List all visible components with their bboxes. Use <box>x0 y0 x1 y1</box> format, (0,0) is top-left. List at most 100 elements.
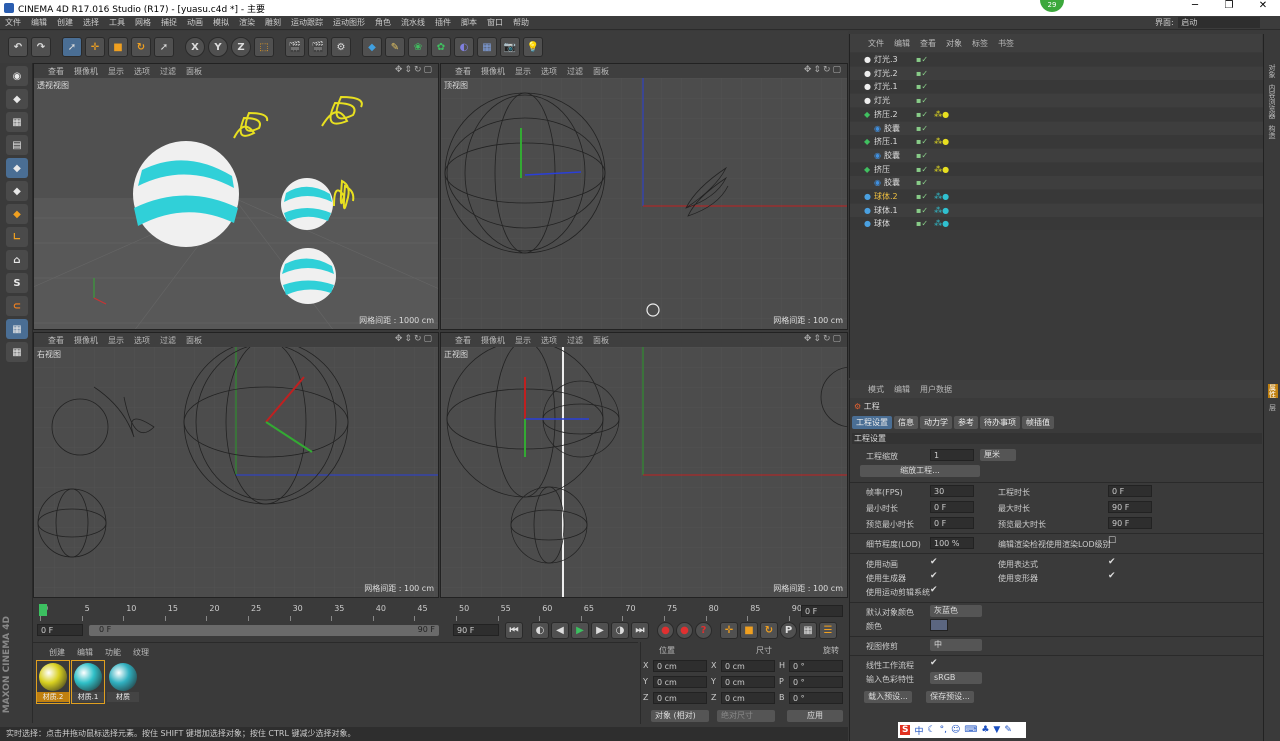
viewport-menu-item[interactable]: 显示 <box>515 67 531 76</box>
lock-workplane-icon[interactable]: ▦ <box>6 319 28 339</box>
viewport-menu-item[interactable]: 选项 <box>541 336 557 345</box>
autokey-icon[interactable]: ● <box>676 622 693 639</box>
side-tab[interactable]: 属性 <box>1267 384 1278 398</box>
object-menu-item[interactable]: 对象 <box>946 38 962 49</box>
object-row[interactable]: ● 球体.2 ▪✓ ⁂● <box>850 190 1263 203</box>
select-tool-icon[interactable]: ➚ <box>62 37 82 57</box>
object-row[interactable]: ◉ 胶囊 ▪✓ <box>850 121 1263 135</box>
floor-icon[interactable]: ▦ <box>477 37 497 57</box>
material-tag-icon[interactable]: ⁂● <box>934 165 949 174</box>
menu-11[interactable]: 运动跟踪 <box>286 17 328 28</box>
material-tag-icon[interactable]: ⁂● <box>934 219 949 228</box>
color-profile-dropdown[interactable]: sRGB <box>930 672 982 684</box>
object-menu-item[interactable]: 标签 <box>972 38 988 49</box>
object-row[interactable]: ◉ 胶囊 ▪✓ <box>850 148 1263 162</box>
menu-12[interactable]: 运动图形 <box>328 17 370 28</box>
material-tag-icon[interactable]: ⁂● <box>934 137 949 146</box>
attr-tab[interactable]: 参考 <box>954 416 978 429</box>
coord-field[interactable]: 0 cm <box>653 676 707 688</box>
keyframe-selection-icon[interactable]: ? <box>695 622 712 639</box>
menu-7[interactable]: 动画 <box>182 17 208 28</box>
visibility-toggle[interactable]: ▪✓ <box>916 151 928 160</box>
key-scale-icon[interactable]: ■ <box>740 622 758 639</box>
end-frame-field[interactable]: 90 F <box>453 624 499 636</box>
cloner-icon[interactable]: ✿ <box>431 37 451 57</box>
material-menu-item[interactable]: 纹理 <box>133 647 149 658</box>
coord-field[interactable]: 0 ° <box>789 692 843 704</box>
coord-field[interactable]: 0 cm <box>653 692 707 704</box>
coordinate-system-icon[interactable]: ⬚ <box>254 37 274 57</box>
z-axis-lock-icon[interactable]: Z <box>231 37 251 57</box>
tweak-icon[interactable]: ⌂ <box>6 250 28 270</box>
visibility-toggle[interactable]: ▪✓ <box>916 137 928 146</box>
scale-field[interactable]: 1 <box>930 449 974 461</box>
color-swatch[interactable] <box>930 619 948 631</box>
object-row[interactable]: ● 灯光.2 ▪✓ <box>850 66 1263 80</box>
viewport-nav-icons[interactable]: ✥⇕↻▢ <box>395 65 434 75</box>
quantize-icon[interactable]: ▦ <box>6 342 28 362</box>
menu-13[interactable]: 角色 <box>370 17 396 28</box>
render-picture-viewer-icon[interactable]: 🎬 <box>308 37 328 57</box>
viewport-front[interactable]: 查看 摄像机 显示 选项 过滤 面板 ✥⇕↻▢ 正视图 网格间距 : 100 cm <box>440 332 848 598</box>
model-mode-icon[interactable]: ◆ <box>6 89 28 109</box>
use-expressions-checkbox[interactable]: ✔ <box>1108 557 1116 567</box>
object-menu-item[interactable]: 文件 <box>868 38 884 49</box>
scale-project-button[interactable]: 缩放工程... <box>860 465 980 477</box>
subdivision-icon[interactable]: ❀ <box>408 37 428 57</box>
attr-menu-item[interactable]: 模式 <box>868 384 884 395</box>
key-param-icon[interactable]: P <box>780 622 797 639</box>
timeline-icon[interactable]: ☰ <box>819 622 837 639</box>
render-lod-checkbox[interactable]: ☐ <box>1108 536 1116 546</box>
visibility-toggle[interactable]: ▪✓ <box>916 55 928 64</box>
texture-mode-icon[interactable]: ▦ <box>6 112 28 132</box>
object-row[interactable]: ● 灯光.3 ▪✓ <box>850 53 1263 66</box>
material-tag-icon[interactable]: ⁂● <box>934 206 949 215</box>
magnet-icon[interactable]: ⊂ <box>6 296 28 316</box>
record-icon[interactable]: ● <box>657 622 674 639</box>
size-mode-dropdown[interactable]: 绝对尺寸 <box>717 710 775 722</box>
visibility-toggle[interactable]: ▪✓ <box>916 69 928 78</box>
lod-field[interactable]: 100 % <box>930 537 974 549</box>
layout-dropdown[interactable]: 启动 <box>1178 17 1261 28</box>
viewport-menu-item[interactable]: 摄像机 <box>481 67 505 76</box>
menu-17[interactable]: 窗口 <box>482 17 508 28</box>
snap-icon[interactable]: S <box>6 273 28 293</box>
use-motion-system-checkbox[interactable]: ✔ <box>930 585 938 595</box>
use-generators-checkbox[interactable]: ✔ <box>930 571 938 581</box>
load-preset-button[interactable]: 载入预设... <box>864 691 912 703</box>
apply-button[interactable]: 应用 <box>787 710 843 722</box>
edges-mode-icon[interactable]: ◆ <box>6 181 28 201</box>
next-key-icon[interactable]: ◑ <box>611 622 629 639</box>
visibility-toggle[interactable]: ▪✓ <box>916 219 928 228</box>
viewport-menu-item[interactable]: 查看 <box>455 67 471 76</box>
viewport-menu-item[interactable]: 查看 <box>455 336 471 345</box>
coord-field[interactable]: 0 cm <box>721 676 775 688</box>
menu-5[interactable]: 网格 <box>130 17 156 28</box>
viewport-menu-item[interactable]: 面板 <box>593 67 609 76</box>
viewport-menu-item[interactable]: 面板 <box>186 67 202 76</box>
attr-menu-item[interactable]: 编辑 <box>894 384 910 395</box>
attr-tab[interactable]: 信息 <box>894 416 918 429</box>
viewport-perspective[interactable]: 查看 摄像机 显示 选项 过滤 面板 ✥⇕↻▢ 透视视图 网格间距 : 1000 cm <box>33 63 439 330</box>
viewport-menu-item[interactable]: 选项 <box>134 336 150 345</box>
coord-field[interactable]: 0 cm <box>721 660 775 672</box>
axis-mode-icon[interactable]: ∟ <box>6 227 28 247</box>
workplane-icon[interactable]: ▤ <box>6 135 28 155</box>
menu-4[interactable]: 工具 <box>104 17 130 28</box>
menu-3[interactable]: 选择 <box>78 17 104 28</box>
pen-icon[interactable]: ✎ <box>385 37 405 57</box>
viewport-menu-item[interactable]: 摄像机 <box>74 67 98 76</box>
menu-6[interactable]: 捕捉 <box>156 17 182 28</box>
light-icon[interactable]: 💡 <box>523 37 543 57</box>
use-animation-checkbox[interactable]: ✔ <box>930 557 938 567</box>
object-row[interactable]: ◆ 挤压 ▪✓ ⁂● <box>850 162 1263 176</box>
start-frame-field[interactable]: 0 F <box>37 624 83 636</box>
attr-tab[interactable]: 动力学 <box>920 416 952 429</box>
object-row[interactable]: ● 灯光.1 ▪✓ <box>850 80 1263 94</box>
key-pla-icon[interactable]: ▦ <box>799 622 817 639</box>
viewport-menu-item[interactable]: 面板 <box>593 336 609 345</box>
timeline-ruler[interactable]: 051015202530354045505560657075808590 0 F <box>33 602 848 622</box>
material-swatch[interactable]: 材质 <box>107 661 139 703</box>
object-row[interactable]: ● 球体 ▪✓ ⁂● <box>850 217 1263 231</box>
preview-max-field[interactable]: 90 F <box>1108 517 1152 529</box>
